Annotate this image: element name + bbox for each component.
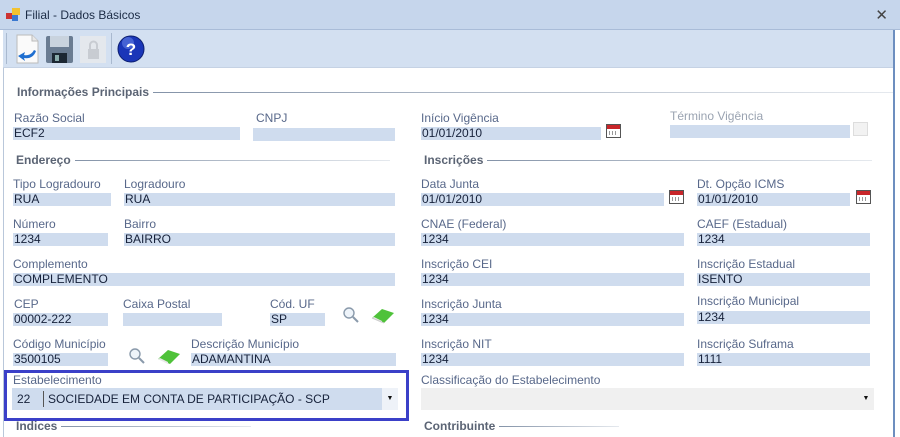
tipo-logradouro-label: Tipo Logradouro [13, 177, 101, 191]
insc-nit-input[interactable]: 1234 [421, 353, 684, 366]
calendar-icon[interactable] [606, 124, 621, 138]
caef-label: CAEF (Estadual) [697, 217, 788, 231]
caef-input[interactable]: 1234 [697, 233, 870, 246]
calendar-icon[interactable] [853, 122, 868, 136]
window-title: Filial - Dados Básicos [25, 8, 141, 22]
inicio-vigencia-label: Início Vigência [421, 111, 499, 125]
numero-label: Número [13, 217, 56, 231]
logradouro-input[interactable]: RUA [124, 193, 395, 206]
insc-junta-input[interactable]: 1234 [421, 313, 684, 326]
razao-social-input[interactable]: ECF2 [13, 127, 240, 140]
numero-input[interactable]: 1234 [13, 233, 108, 246]
search-icon[interactable] [128, 347, 146, 365]
insc-junta-label: Inscrição Junta [421, 297, 502, 311]
estabelecimento-value: SOCIEDADE EM CONTA DE PARTICIPAÇÃO - SCP [48, 392, 330, 406]
insc-municipal-input[interactable]: 1234 [697, 311, 870, 324]
toolbar-separator [111, 33, 112, 64]
cnae-label: CNAE (Federal) [421, 217, 507, 231]
caixa-postal-label: Caixa Postal [123, 297, 191, 311]
codigo-municipio-input[interactable]: 3500105 [13, 353, 108, 366]
termino-vigencia-label: Término Vigência [670, 109, 764, 123]
calendar-icon[interactable] [856, 190, 871, 204]
section-inscricoes: Inscrições [424, 153, 873, 167]
cep-label: CEP [14, 297, 39, 311]
classificacao-label: Classificação do Estabelecimento [421, 373, 601, 387]
bairro-label: Bairro [124, 217, 157, 231]
save-icon[interactable] [44, 33, 74, 65]
estabelecimento-select[interactable]: 22 SOCIEDADE EM CONTA DE PARTICIPAÇÃO - … [12, 388, 398, 410]
divider [43, 391, 44, 407]
insc-municipal-label: Inscrição Municipal [697, 294, 800, 308]
eraser-icon[interactable] [156, 347, 182, 365]
svg-text:?: ? [126, 40, 136, 59]
close-button[interactable]: ✕ [875, 6, 888, 24]
razao-social-label: Razão Social [14, 111, 85, 125]
cnpj-label: CNPJ [256, 111, 288, 125]
window-border [893, 30, 895, 437]
tipo-logradouro-input[interactable]: RUA [13, 193, 111, 206]
insc-cei-input[interactable]: 1234 [421, 273, 684, 286]
section-informacoes-principais: Informações Principais [17, 85, 894, 99]
insc-cei-label: Inscrição CEI [421, 257, 493, 271]
lock-icon[interactable] [79, 33, 109, 65]
section-endereco: Endereço [16, 153, 390, 167]
chevron-down-icon[interactable]: ▼ [858, 388, 874, 410]
logradouro-label: Logradouro [124, 177, 186, 191]
toolbar: ? [3, 30, 894, 68]
bairro-input[interactable]: BAIRRO [124, 233, 395, 246]
help-icon[interactable]: ? [116, 33, 146, 65]
calendar-icon[interactable] [669, 190, 684, 204]
descricao-municipio-label: Descrição Município [191, 337, 300, 351]
complemento-input[interactable]: COMPLEMENTO [13, 273, 395, 286]
app-icon [6, 8, 20, 21]
descricao-municipio-input[interactable]: ADAMANTINA [191, 353, 396, 366]
eraser-icon[interactable] [370, 306, 396, 324]
insc-estadual-label: Inscrição Estadual [697, 257, 796, 271]
cep-input[interactable]: 00002-222 [13, 313, 108, 326]
search-icon[interactable] [342, 306, 360, 324]
toolbar-separator [6, 33, 7, 64]
chevron-down-icon[interactable]: ▼ [382, 388, 398, 410]
data-junta-input[interactable]: 01/01/2010 [421, 193, 664, 206]
cod-uf-input[interactable]: SP [270, 313, 325, 326]
complemento-label: Complemento [13, 257, 88, 271]
insc-estadual-input[interactable]: ISENTO [697, 273, 870, 286]
codigo-municipio-label: Código Município [13, 337, 106, 351]
data-junta-label: Data Junta [421, 177, 480, 191]
estabelecimento-label: Estabelecimento [13, 373, 102, 387]
termino-vigencia-input[interactable] [670, 125, 850, 138]
caixa-postal-input[interactable] [123, 313, 222, 326]
dt-opcao-icms-input[interactable]: 01/01/2010 [697, 193, 850, 206]
title-bar: Filial - Dados Básicos ✕ [0, 0, 900, 30]
cod-uf-label: Cód. UF [270, 297, 315, 311]
insc-suframa-label: Inscrição Suframa [697, 337, 794, 351]
section-contribuinte: Contribuinte [424, 419, 620, 433]
estabelecimento-code: 22 [17, 392, 31, 406]
inicio-vigencia-input[interactable]: 01/01/2010 [421, 127, 601, 140]
dt-opcao-icms-label: Dt. Opção ICMS [697, 177, 785, 191]
new-document-icon[interactable] [12, 33, 42, 65]
cnae-input[interactable]: 1234 [421, 233, 684, 246]
classificacao-select[interactable]: ▼ [421, 388, 874, 410]
insc-nit-label: Inscrição NIT [421, 337, 492, 351]
cnpj-input[interactable] [253, 128, 395, 141]
section-indices: Indices [16, 419, 252, 433]
insc-suframa-input[interactable]: 1111 [697, 353, 870, 366]
